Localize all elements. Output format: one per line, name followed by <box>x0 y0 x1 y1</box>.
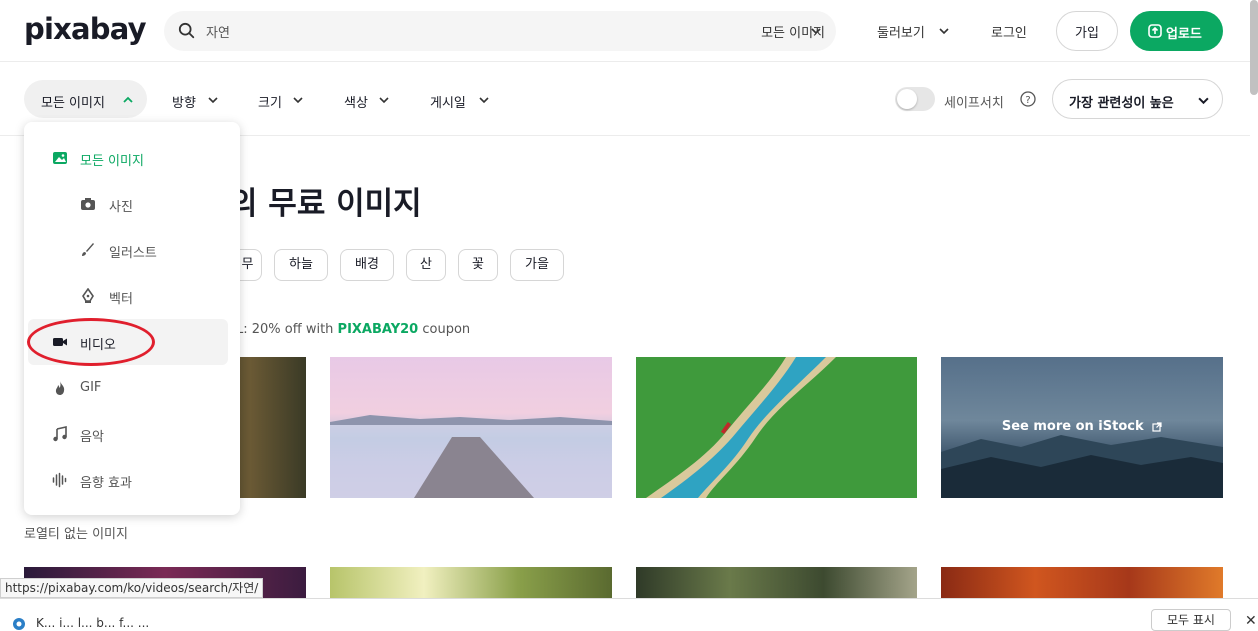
filter-size[interactable]: 크기 <box>258 80 308 118</box>
dropdown-item-vector[interactable]: 벡터 <box>28 273 228 319</box>
external-link-icon <box>1152 421 1162 432</box>
page-title: 의 무료 이미지 <box>229 186 422 222</box>
tag-chip[interactable]: 꽃 <box>458 249 498 281</box>
dropdown-item-label: 음향 효과 <box>80 476 132 491</box>
red-annotation-circle <box>27 318 155 366</box>
chevron-up-icon <box>123 96 133 103</box>
chevron-down-icon <box>379 97 389 104</box>
promo-suffix: coupon <box>418 322 471 337</box>
dropdown-item-label: 사진 <box>109 200 133 215</box>
download-file-name[interactable]: K... i... l... b... f... ... <box>36 616 149 630</box>
camera-icon <box>81 198 95 210</box>
tag-chip[interactable]: 배경 <box>340 249 394 281</box>
dropdown-item-photo[interactable]: 사진 <box>28 181 228 227</box>
close-icon[interactable]: ✕ <box>1245 613 1257 629</box>
explore-menu[interactable]: 둘러보기 <box>877 22 925 41</box>
images-caption: 로열티 없는 이미지 <box>24 527 128 542</box>
music-note-icon <box>53 426 67 442</box>
image-tile[interactable] <box>330 567 612 598</box>
chevron-down-icon <box>208 97 218 104</box>
filter-type-label: 모든 이미지 <box>41 96 105 111</box>
svg-text:?: ? <box>1025 95 1030 106</box>
safesearch-label: 세이프서치 <box>944 96 1004 111</box>
media-type-dropdown: 모든 이미지 사진 일러스트 벡터 비디오 GIF 음악 음향 효과 <box>24 122 240 515</box>
sort-select[interactable]: 가장 관련성이 높은 <box>1052 79 1223 119</box>
filter-date-label: 게시일 <box>430 96 466 111</box>
dropdown-item-all-images[interactable]: 모든 이미지 <box>28 135 228 181</box>
header: pixabay 모든 이미지 둘러보기 로그인 가입 업로드 <box>0 0 1258 62</box>
filter-date[interactable]: 게시일 <box>430 80 494 118</box>
help-icon[interactable]: ? <box>1020 91 1036 107</box>
search-bar: 모든 이미지 <box>164 11 836 51</box>
filter-color-label: 색상 <box>344 96 368 111</box>
file-icon <box>13 618 25 630</box>
pen-tool-icon <box>82 288 94 303</box>
river-illustration <box>636 357 917 498</box>
downloads-bar: K... i... l... b... f... ... 모두 표시 ✕ <box>0 598 1258 631</box>
upload-icon <box>1148 24 1162 38</box>
join-button[interactable]: 가입 <box>1056 11 1118 51</box>
image-tile[interactable] <box>636 567 917 598</box>
image-tile-pier[interactable] <box>330 357 612 498</box>
tag-chip[interactable]: 가을 <box>510 249 564 281</box>
dropdown-item-label: 음악 <box>80 430 104 445</box>
sort-label: 가장 관련성이 높은 <box>1069 96 1174 111</box>
filter-size-label: 크기 <box>258 96 282 111</box>
page-scrollbar[interactable] <box>1250 0 1258 95</box>
toggle-knob <box>897 89 917 109</box>
dropdown-item-label: 일러스트 <box>109 246 157 261</box>
tag-chip[interactable]: 산 <box>406 249 446 281</box>
chevron-down-icon <box>293 97 303 104</box>
flame-icon <box>55 381 65 395</box>
status-bar-url: https://pixabay.com/ko/videos/search/자연/ <box>0 578 264 598</box>
filter-type[interactable]: 모든 이미지 <box>24 80 147 118</box>
chevron-down-icon[interactable] <box>810 25 822 37</box>
filter-orientation[interactable]: 방향 <box>172 80 224 118</box>
promo-banner: L: 20% off with PIXABAY20 coupon <box>236 322 470 337</box>
chevron-down-icon[interactable] <box>938 25 950 37</box>
upload-label: 업로드 <box>1166 27 1202 42</box>
dropdown-item-label: GIF <box>80 380 102 395</box>
login-link[interactable]: 로그인 <box>991 22 1027 41</box>
istock-label: See more on iStock <box>1001 419 1144 434</box>
image-icon <box>53 152 67 164</box>
search-icon <box>178 22 195 39</box>
dropdown-item-label: 모든 이미지 <box>80 154 144 169</box>
promo-text: L: 20% off with <box>236 322 338 337</box>
chevron-down-icon <box>1198 97 1209 105</box>
dropdown-item-gif[interactable]: GIF <box>28 365 228 411</box>
filter-color[interactable]: 색상 <box>344 80 394 118</box>
image-tile-river[interactable] <box>636 357 917 498</box>
dropdown-item-music[interactable]: 음악 <box>28 411 228 457</box>
dropdown-item-illustration[interactable]: 일러스트 <box>28 227 228 273</box>
safesearch-toggle[interactable] <box>895 87 935 111</box>
dropdown-item-sound-effects[interactable]: 음향 효과 <box>28 457 228 503</box>
upload-button[interactable]: 업로드 <box>1130 11 1223 51</box>
dropdown-item-label: 벡터 <box>109 292 133 307</box>
search-input[interactable] <box>206 17 686 45</box>
pixabay-logo[interactable]: pixabay <box>24 12 147 46</box>
istock-link: See more on iStock <box>941 419 1223 434</box>
istock-tile[interactable]: See more on iStock <box>941 357 1223 498</box>
filter-orientation-label: 방향 <box>172 96 196 111</box>
show-all-downloads-button[interactable]: 모두 표시 <box>1151 609 1231 631</box>
brush-icon <box>82 243 94 256</box>
promo-code: PIXABAY20 <box>337 322 419 337</box>
pier-illustration <box>330 415 612 498</box>
chevron-down-icon <box>479 97 489 104</box>
tag-chip[interactable]: 하늘 <box>274 249 328 281</box>
image-tile[interactable] <box>941 567 1223 598</box>
sound-wave-icon <box>52 472 67 488</box>
